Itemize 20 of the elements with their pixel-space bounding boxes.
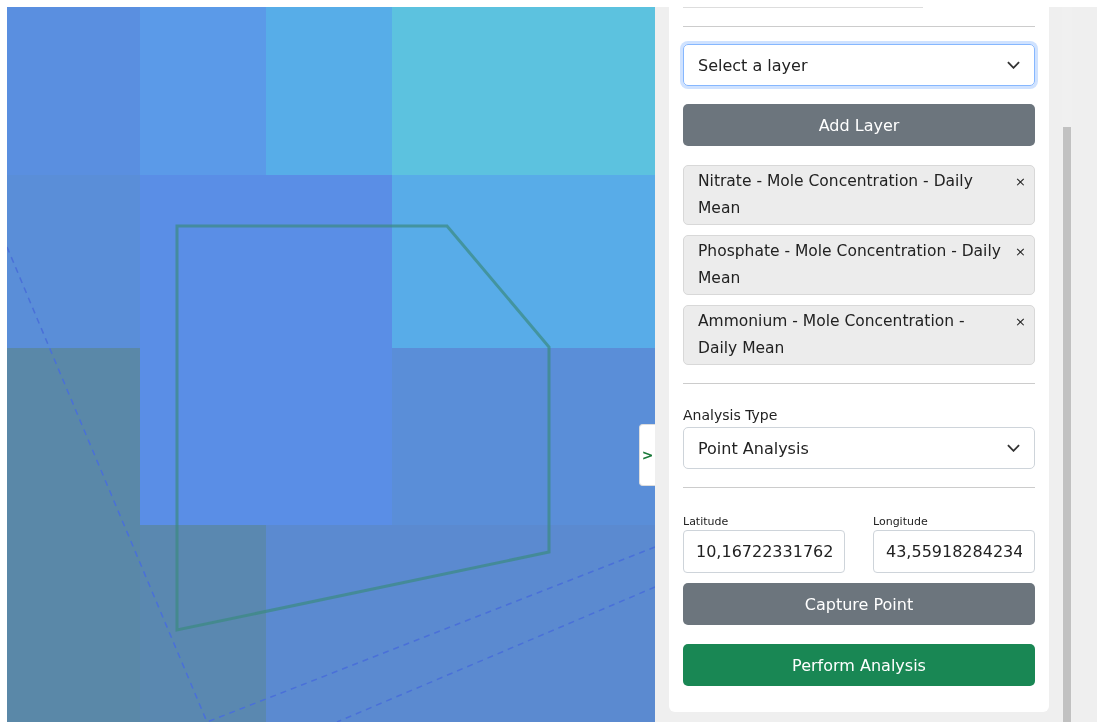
layer-name: Ammonium - Mole Concentration - Daily Mean (698, 311, 966, 359)
chevron-down-icon (1007, 61, 1020, 69)
field-label: Longitude (873, 515, 929, 528)
chevron-down-icon (1007, 444, 1020, 452)
remove-layer-button[interactable]: × (1015, 168, 1026, 195)
panel-toggle-button[interactable]: > (639, 424, 655, 486)
field-label: Analysis Type (683, 407, 779, 423)
capture-point-button[interactable]: Capture Point (683, 583, 1035, 625)
layer-select[interactable]: Select a layer (683, 44, 1035, 86)
scrollbar-thumb[interactable] (1063, 127, 1071, 722)
analysis-type-select[interactable]: Point Analysis (683, 427, 1035, 469)
remove-layer-button[interactable]: × (1015, 308, 1026, 335)
remove-layer-button[interactable]: × (1015, 238, 1026, 265)
latitude-field[interactable]: 10,16722331762 (683, 530, 845, 573)
add-layer-button[interactable]: Add Layer (683, 104, 1035, 146)
layer-name: Nitrate - Mole Concentration - Daily Mean (698, 171, 974, 219)
longitude-field[interactable]: 43,55918284234 (873, 530, 1035, 573)
perform-analysis-button[interactable]: Perform Analysis (683, 644, 1035, 686)
layer-name: Phosphate - Mole Concentration - Daily Mean (698, 241, 1002, 289)
field-label: Latitude (683, 515, 730, 528)
